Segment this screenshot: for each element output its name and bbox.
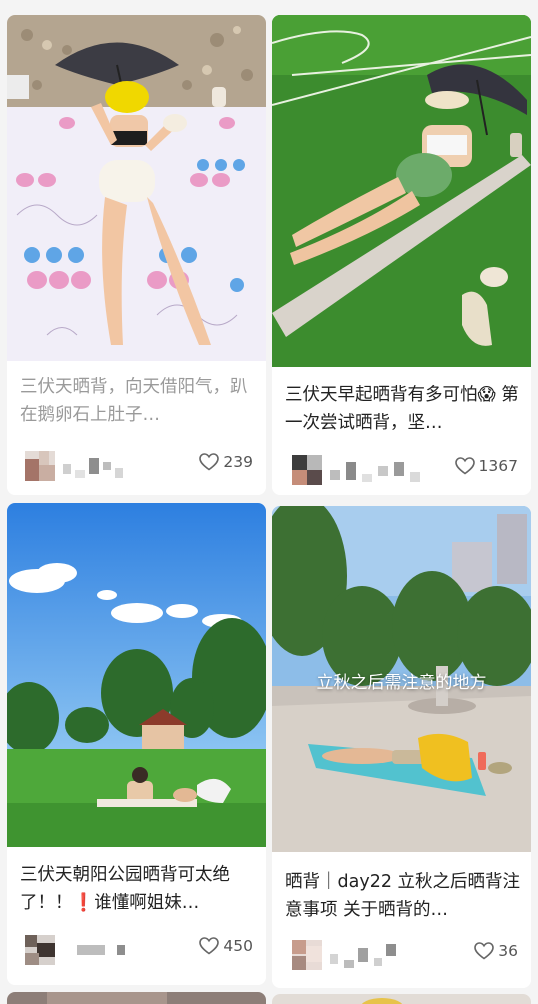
note-title[interactable]: 晒背｜day22 立秋之后晒背注意事项 关于晒背的… [285,868,523,924]
note-cover-image[interactable] [7,992,266,1004]
heart-outline-icon[interactable] [474,942,495,960]
heart-outline-icon[interactable] [454,457,475,475]
author-name-blurred[interactable] [330,944,410,970]
note-card[interactable]: 三伏天朝阳公园晒背可太绝了！！❗谁懂啊姐妹… 450 [7,503,266,985]
like-count: 239 [223,453,253,471]
note-card-partial[interactable] [272,994,531,1004]
author-name-blurred[interactable] [330,460,430,486]
like-counter[interactable]: 450 [199,937,253,955]
author-avatar[interactable] [25,451,55,481]
author-avatar[interactable] [292,940,322,970]
like-count: 1367 [478,457,518,475]
heart-outline-icon[interactable] [199,453,220,471]
like-count: 36 [498,942,518,960]
like-counter[interactable]: 36 [474,942,518,960]
note-cover-image[interactable] [272,994,531,1004]
note-footer: 450 [25,935,253,971]
like-counter[interactable]: 239 [199,453,253,471]
note-title[interactable]: 三伏天朝阳公园晒背可太绝了！！❗谁懂啊姐妹… [20,861,258,917]
note-card[interactable]: 立秋之后需注意的地方 晒背｜day22 立秋之后晒背注意事项 关于晒背的… 36 [272,506,531,988]
note-cover-image[interactable] [7,503,266,847]
note-card[interactable]: 三伏天早起晒背有多可怕😱 第一次尝试晒背，坚… 1367 [272,15,531,495]
author-name-blurred[interactable] [77,941,137,961]
note-footer: 239 [25,451,253,487]
author-avatar[interactable] [25,935,55,965]
note-title[interactable]: 三伏天晒背，向天借阳气，趴在鹅卵石上肚子… [20,373,254,429]
like-counter[interactable]: 1367 [454,457,518,475]
cover-overlay-caption: 立秋之后需注意的地方 [316,673,487,693]
heart-outline-icon[interactable] [199,937,220,955]
like-count: 450 [223,937,253,955]
note-cover-image[interactable] [7,15,266,361]
author-avatar[interactable] [292,455,322,485]
note-cover-image[interactable]: 立秋之后需注意的地方 [272,506,531,852]
note-footer: 36 [292,940,518,976]
note-card-partial[interactable] [7,992,266,1004]
note-cover-image[interactable] [272,15,531,367]
note-footer: 1367 [292,455,518,491]
note-card[interactable]: 三伏天晒背，向天借阳气，趴在鹅卵石上肚子… 239 [7,15,266,495]
author-name-blurred[interactable] [63,456,133,482]
note-title[interactable]: 三伏天早起晒背有多可怕😱 第一次尝试晒背，坚… [285,381,523,437]
